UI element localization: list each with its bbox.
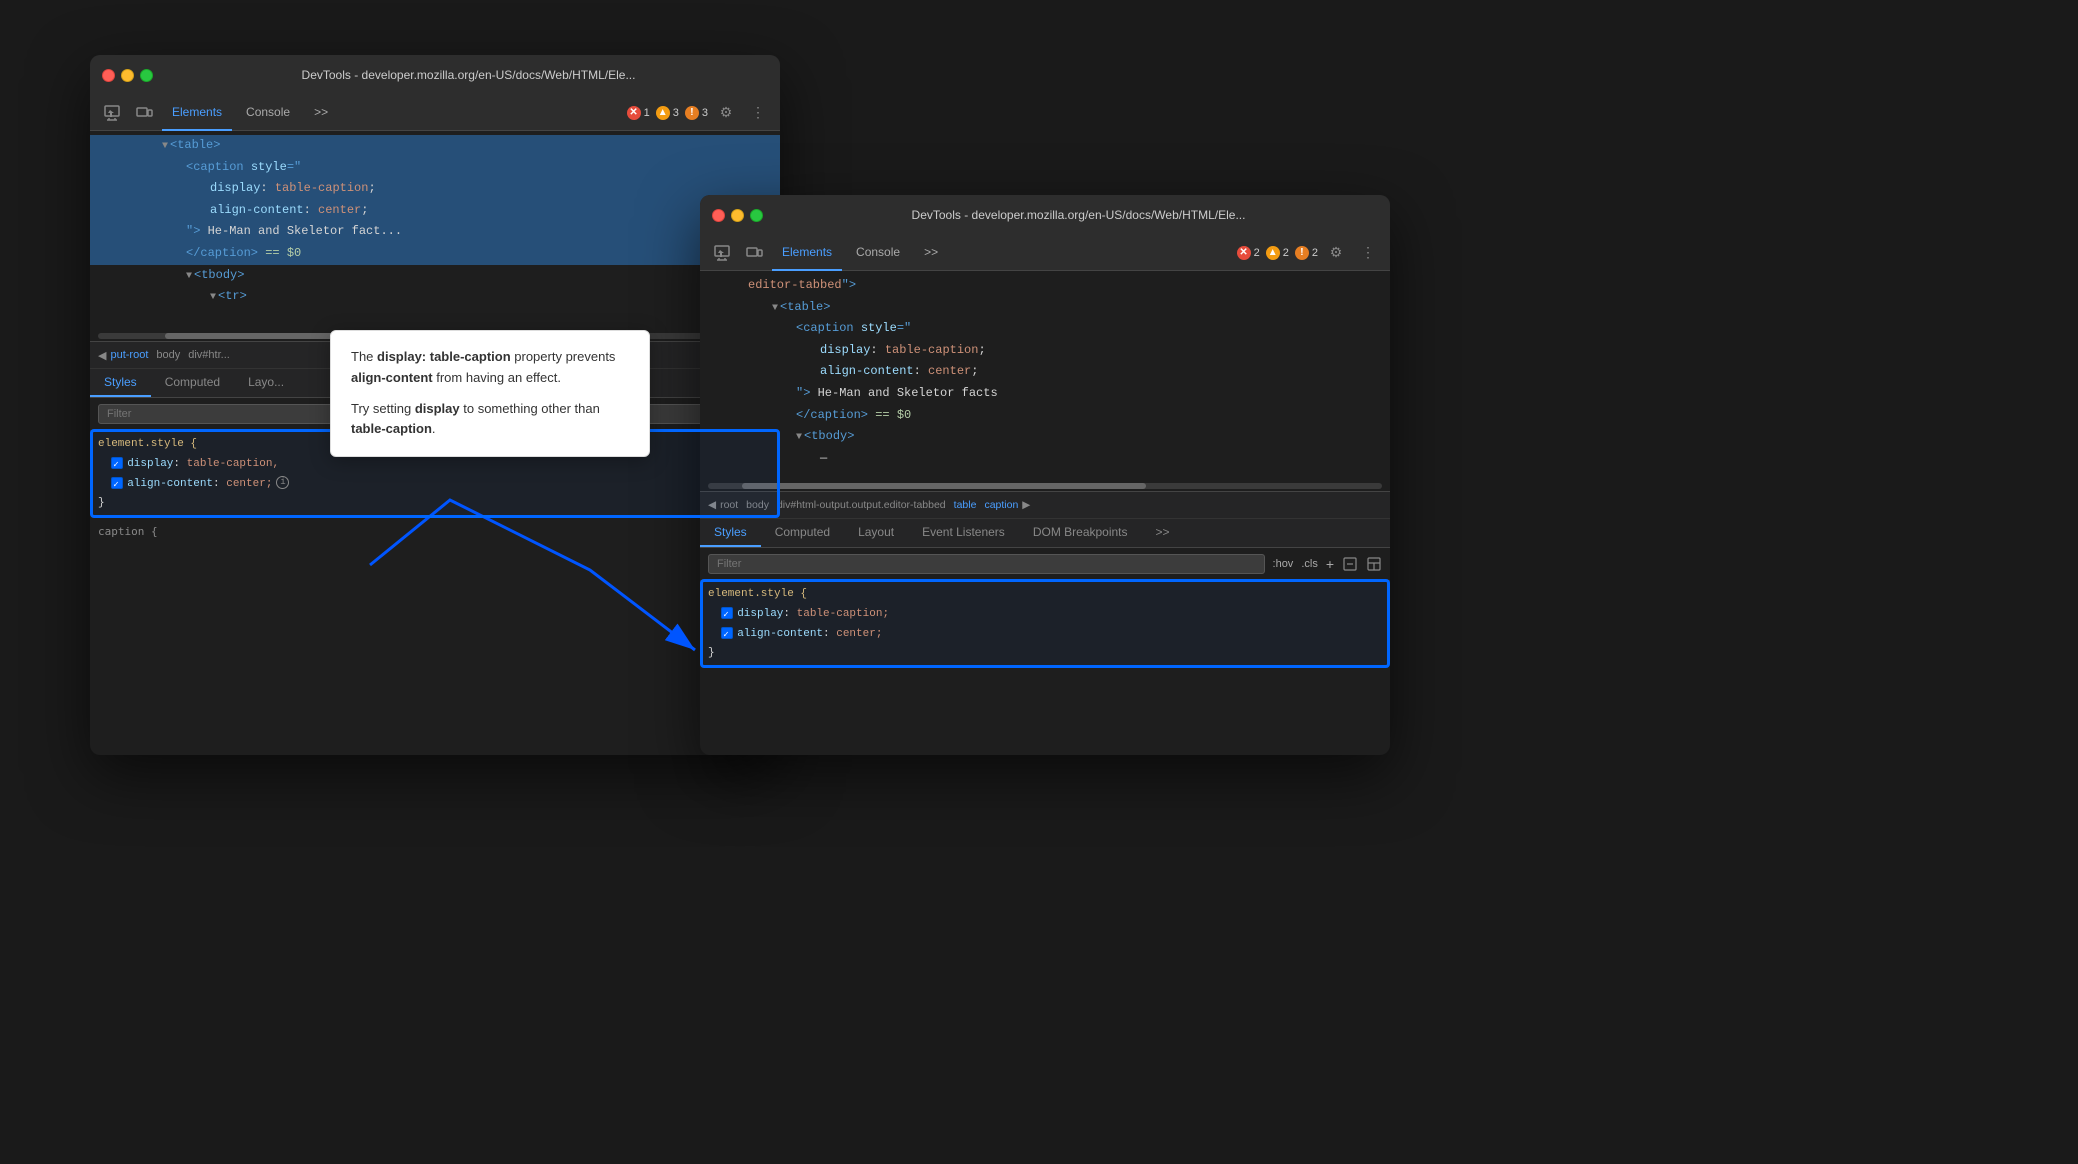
- badge-group-back: ✕ 1 ▲ 3 ! 3: [627, 106, 708, 120]
- html-line[interactable]: align-content: center;: [700, 361, 1390, 383]
- more-icon-back[interactable]: ⋮: [744, 99, 772, 127]
- warning-icon-front: ▲: [1266, 246, 1280, 260]
- tooltip-text-1: The display: table-caption property prev…: [351, 347, 629, 389]
- html-line[interactable]: display: table-caption;: [700, 340, 1390, 362]
- rule-property-1-back: display: table-caption,: [98, 455, 772, 475]
- add-rule-button[interactable]: +: [1326, 556, 1334, 572]
- pseudo-cls-button[interactable]: .cls: [1301, 558, 1318, 570]
- devtools-window-front: DevTools - developer.mozilla.org/en-US/d…: [700, 195, 1390, 755]
- toolbar-back: Elements Console >> ✕ 1 ▲ 3 ! 3 ⚙ ⋮: [90, 95, 780, 131]
- info-badge-front: ! 2: [1295, 246, 1318, 260]
- html-line[interactable]: </caption> == $0: [90, 243, 780, 265]
- tab-more-front[interactable]: >>: [914, 235, 948, 271]
- html-line[interactable]: —: [700, 448, 1390, 470]
- html-line[interactable]: display: table-caption;: [90, 178, 780, 200]
- error-icon: ✕: [627, 106, 641, 120]
- html-line[interactable]: <caption style=": [700, 318, 1390, 340]
- device-icon[interactable]: [130, 99, 158, 127]
- traffic-lights-front: [712, 209, 763, 222]
- tooltip-popup: The display: table-caption property prev…: [330, 330, 650, 457]
- warning-badge-back: ▲ 3: [656, 106, 679, 120]
- breadcrumb-front-fwd[interactable]: ▶: [1022, 499, 1030, 511]
- toolbar-front: Elements Console >> ✕ 2 ▲ 2 ! 2 ⚙ ⋮: [700, 235, 1390, 271]
- rule-property-1-front: display: table-caption;: [708, 605, 1382, 625]
- rule-property-2-back: align-content: center;i: [98, 475, 772, 495]
- horizontal-scrollbar-front[interactable]: [708, 483, 1382, 489]
- info-icon: !: [685, 106, 699, 120]
- html-panel-front: editor-tabbed"> ▼<table> <caption style=…: [700, 271, 1390, 481]
- html-line[interactable]: "> He-Man and Skeletor facts: [700, 383, 1390, 405]
- layout-icon[interactable]: [1366, 556, 1382, 572]
- error-icon-front: ✕: [1237, 246, 1251, 260]
- info-badge-back: ! 3: [685, 106, 708, 120]
- html-line[interactable]: ▼<tr>: [90, 286, 780, 308]
- styles-tab-layout-front[interactable]: Layout: [844, 519, 908, 547]
- maximize-button[interactable]: [140, 69, 153, 82]
- style-rule-front: element.style { display: table-caption; …: [700, 581, 1390, 668]
- info-icon-front: !: [1295, 246, 1309, 260]
- html-line[interactable]: ▼<table>: [90, 135, 780, 157]
- settings-icon-back[interactable]: ⚙: [712, 99, 740, 127]
- warning-icon: ▲: [656, 106, 670, 120]
- inspector-icon[interactable]: [98, 99, 126, 127]
- html-line[interactable]: ▼<tbody>: [700, 426, 1390, 448]
- html-line[interactable]: "> He-Man and Skeletor fact...: [90, 221, 780, 243]
- error-badge-back: ✕ 1: [627, 106, 650, 120]
- html-line[interactable]: </caption> == $0: [700, 405, 1390, 427]
- styles-tab-more-front[interactable]: >>: [1142, 519, 1184, 547]
- title-bar-back: DevTools - developer.mozilla.org/en-US/d…: [90, 55, 780, 95]
- tab-more-back[interactable]: >>: [304, 95, 338, 131]
- styles-tab-styles-front[interactable]: Styles: [700, 519, 761, 547]
- title-bar-front: DevTools - developer.mozilla.org/en-US/d…: [700, 195, 1390, 235]
- styles-tab-styles[interactable]: Styles: [90, 369, 151, 397]
- minimize-button[interactable]: [121, 69, 134, 82]
- tooltip-text-2: Try setting display to something other t…: [351, 399, 629, 441]
- more-icon-front[interactable]: ⋮: [1354, 239, 1382, 267]
- minimize-button-front[interactable]: [731, 209, 744, 222]
- window-title-back: DevTools - developer.mozilla.org/en-US/d…: [169, 68, 768, 82]
- window-title-front: DevTools - developer.mozilla.org/en-US/d…: [779, 208, 1378, 222]
- breadcrumb-front: ◀ root body div#html-output.output.edito…: [700, 491, 1390, 519]
- filter-bar-front: :hov .cls +: [700, 548, 1390, 581]
- html-line[interactable]: ▼<tbody>: [90, 265, 780, 287]
- styles-panel-front: Styles Computed Layout Event Listeners D…: [700, 519, 1390, 668]
- breadcrumb-back-arrow[interactable]: ◀: [98, 349, 106, 362]
- html-line[interactable]: align-content: center;: [90, 200, 780, 222]
- styles-tab-computed-front[interactable]: Computed: [761, 519, 844, 547]
- tab-console-back[interactable]: Console: [236, 95, 300, 131]
- html-line[interactable]: ▼<table>: [700, 297, 1390, 319]
- filter-input-front[interactable]: [708, 554, 1265, 574]
- caption-rule: caption {: [90, 518, 780, 546]
- tab-elements-back[interactable]: Elements: [162, 95, 232, 131]
- badge-group-front: ✕ 2 ▲ 2 ! 2: [1237, 246, 1318, 260]
- styles-tab-computed[interactable]: Computed: [151, 369, 234, 397]
- settings-icon-front[interactable]: ⚙: [1322, 239, 1350, 267]
- traffic-lights-back: [102, 69, 153, 82]
- styles-tabs-front: Styles Computed Layout Event Listeners D…: [700, 519, 1390, 548]
- html-panel-back: ▼<table> <caption style=" display: table…: [90, 131, 780, 331]
- rule-close-front: }: [708, 644, 1382, 664]
- styles-tab-layout[interactable]: Layo...: [234, 369, 298, 397]
- tab-console-front[interactable]: Console: [846, 235, 910, 271]
- rule-close-back: }: [98, 494, 772, 514]
- tab-elements-front[interactable]: Elements: [772, 235, 842, 271]
- inspector-icon-front[interactable]: [708, 239, 736, 267]
- warning-badge-front: ▲ 2: [1266, 246, 1289, 260]
- pseudo-hover-button[interactable]: :hov: [1273, 558, 1294, 570]
- error-badge-front: ✕ 2: [1237, 246, 1260, 260]
- styles-tab-dom-front[interactable]: DOM Breakpoints: [1019, 519, 1142, 547]
- close-button[interactable]: [102, 69, 115, 82]
- maximize-button-front[interactable]: [750, 209, 763, 222]
- rule-selector-front: element.style {: [708, 585, 1382, 605]
- html-line[interactable]: <caption style=": [90, 157, 780, 179]
- styles-tab-events-front[interactable]: Event Listeners: [908, 519, 1019, 547]
- close-button-front[interactable]: [712, 209, 725, 222]
- rule-property-2-front: align-content: center;: [708, 625, 1382, 645]
- device-icon-front[interactable]: [740, 239, 768, 267]
- html-line[interactable]: editor-tabbed">: [700, 275, 1390, 297]
- edit-icon[interactable]: [1342, 556, 1358, 572]
